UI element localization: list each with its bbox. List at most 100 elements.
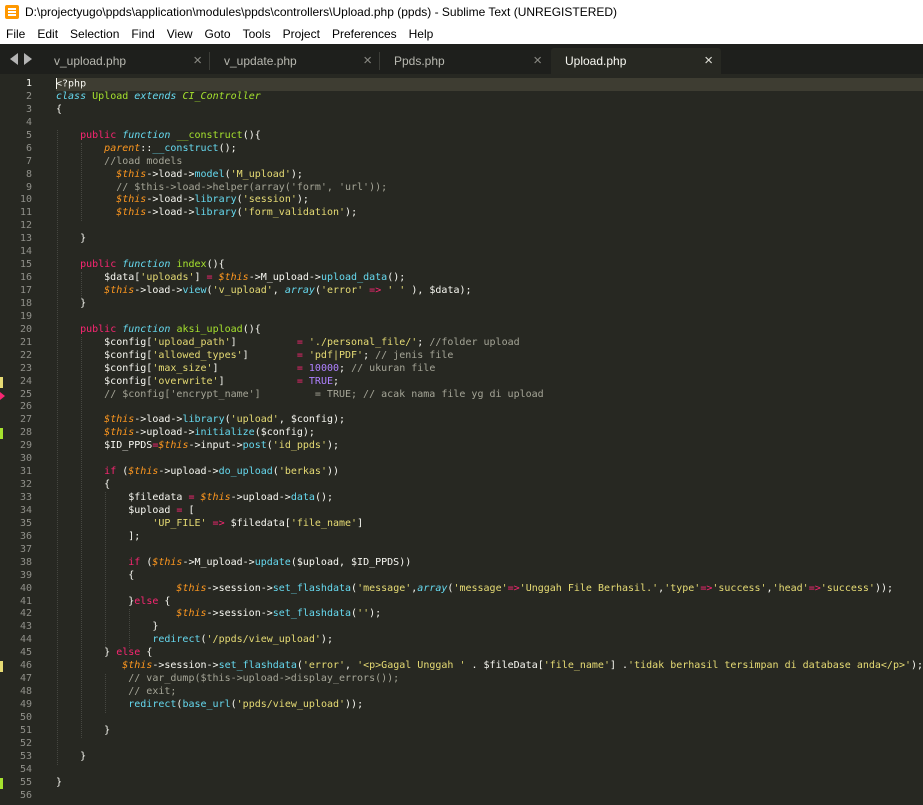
- menu-edit[interactable]: Edit: [31, 27, 64, 41]
- code-line[interactable]: [56, 790, 923, 803]
- code-token: $this: [128, 466, 159, 478]
- code-line[interactable]: $this->load->library('upload', $config);: [56, 414, 923, 427]
- code-line[interactable]: {: [56, 570, 923, 583]
- chevron-left-icon[interactable]: [10, 53, 18, 65]
- code-line[interactable]: $this->session->set_flashdata('');: [56, 608, 923, 621]
- code-token: $this: [218, 272, 249, 284]
- code-line[interactable]: $config['max_size'] = 10000; // ukuran f…: [56, 363, 923, 376]
- code-line[interactable]: $this->session->set_flashdata('error', '…: [56, 660, 923, 673]
- line-number: 33: [19, 492, 32, 503]
- code-token: $this: [116, 207, 147, 219]
- code-line[interactable]: //load models: [56, 156, 923, 169]
- code-line[interactable]: [56, 738, 923, 751]
- code-line[interactable]: }: [56, 298, 923, 311]
- code-token: [: [182, 504, 195, 516]
- code-line[interactable]: [56, 311, 923, 324]
- code-line[interactable]: redirect(base_url('ppds/view_upload'));: [56, 699, 923, 712]
- code-token: './personal_file/': [308, 336, 418, 348]
- menu-selection[interactable]: Selection: [64, 27, 125, 41]
- code-line[interactable]: $this->upload->initialize($config);: [56, 427, 923, 440]
- menu-help[interactable]: Help: [403, 27, 440, 41]
- line-number: 13: [19, 233, 32, 245]
- menu-preferences[interactable]: Preferences: [326, 27, 403, 41]
- code-line[interactable]: $ID_PPDS=$this->input->post('id_ppds');: [56, 440, 923, 453]
- line-number: 51: [19, 724, 32, 736]
- code-line[interactable]: $upload = [: [56, 505, 923, 518]
- tab-ppds-php[interactable]: Ppds.php ×: [380, 48, 550, 74]
- code-line[interactable]: $this->load->library('form_validation');: [56, 207, 923, 220]
- code-token: '<p>Gagal Unggah ': [357, 660, 466, 672]
- code-line[interactable]: public function __construct(){: [56, 130, 923, 143]
- code-line[interactable]: $filedata = $this->upload->data();: [56, 492, 923, 505]
- code-line[interactable]: public function index(){: [56, 259, 923, 272]
- code-line[interactable]: $this->load->model('M_upload');: [56, 169, 923, 182]
- code-line[interactable]: }else {: [56, 596, 923, 609]
- code-line[interactable]: }: [56, 233, 923, 246]
- code-line[interactable]: [56, 453, 923, 466]
- tab-upload-php[interactable]: Upload.php ×: [551, 48, 721, 74]
- code-line[interactable]: $config['overwrite'] = TRUE;: [56, 376, 923, 389]
- menu-view[interactable]: View: [161, 27, 199, 41]
- code-token: update: [254, 556, 291, 568]
- code-token: {: [56, 569, 135, 581]
- menu-project[interactable]: Project: [277, 27, 326, 41]
- code-line[interactable]: if ($this->M_upload->update($upload, $ID…: [56, 557, 923, 570]
- code-token: }: [56, 776, 63, 788]
- code-line[interactable]: ];: [56, 531, 923, 544]
- code-line[interactable]: [56, 712, 923, 725]
- code-line[interactable]: }: [56, 621, 923, 634]
- code-line[interactable]: if ($this->upload->do_upload('berkas')): [56, 466, 923, 479]
- code-line[interactable]: }: [56, 725, 923, 738]
- close-icon[interactable]: ×: [193, 48, 202, 74]
- code-line[interactable]: }: [56, 751, 923, 764]
- close-icon[interactable]: ×: [363, 48, 372, 74]
- code-token: post: [242, 440, 267, 452]
- close-icon[interactable]: ×: [533, 48, 542, 74]
- code-line[interactable]: 'UP_FILE' => $filedata['file_name']: [56, 518, 923, 531]
- menu-find[interactable]: Find: [125, 27, 160, 41]
- code-editor[interactable]: 1 2 3 4 5 6 7 8 9 10 11 12 13 14 15 16 17 18 19 20 21 22 23 24 2…: [0, 74, 923, 805]
- code-line[interactable]: class Upload extends CI_Controller: [56, 91, 923, 104]
- code-line[interactable]: <?php: [56, 78, 923, 91]
- line-number: 48: [19, 686, 32, 698]
- code-line[interactable]: $this->load->view('v_upload', array('err…: [56, 285, 923, 298]
- code-line[interactable]: [56, 764, 923, 777]
- code-area[interactable]: <?php class Upload extends CI_Controller{…: [56, 78, 923, 803]
- code-line[interactable]: {: [56, 479, 923, 492]
- code-line[interactable]: [56, 117, 923, 130]
- code-line[interactable]: // $this->load->helper(array('form', 'ur…: [56, 182, 923, 195]
- close-icon[interactable]: ×: [704, 48, 713, 74]
- code-line[interactable]: // $config['encrypt_name'] = TRUE; // ac…: [56, 389, 923, 402]
- code-line[interactable]: parent::__construct();: [56, 143, 923, 156]
- code-line[interactable]: // exit;: [56, 686, 923, 699]
- code-line[interactable]: [56, 401, 923, 414]
- code-line[interactable]: $this->load->library('session');: [56, 194, 923, 207]
- code-line[interactable]: $config['allowed_types'] = 'pdf|PDF'; //…: [56, 350, 923, 363]
- tab-v-upload-php[interactable]: v_upload.php ×: [40, 48, 210, 74]
- code-line[interactable]: // var_dump($this->upload->display_error…: [56, 673, 923, 686]
- code-line[interactable]: [56, 246, 923, 259]
- code-line[interactable]: redirect('/ppds/view_upload');: [56, 634, 923, 647]
- code-line[interactable]: {: [56, 104, 923, 117]
- tab-v-update-php[interactable]: v_update.php ×: [210, 48, 380, 74]
- code-token: 'message': [357, 582, 412, 594]
- line-number: 31: [19, 466, 32, 478]
- menu-tools[interactable]: Tools: [237, 27, 277, 41]
- code-line[interactable]: $config['upload_path'] = './personal_fil…: [56, 337, 923, 350]
- code-line[interactable]: }: [56, 777, 923, 790]
- code-line[interactable]: $this->session->set_flashdata('message',…: [56, 583, 923, 596]
- code-line[interactable]: $data['uploads'] = $this->M_upload->uplo…: [56, 272, 923, 285]
- line-number: 46: [0, 660, 48, 673]
- menu-file[interactable]: File: [0, 27, 31, 41]
- code-token: ;: [417, 336, 430, 348]
- menu-goto[interactable]: Goto: [199, 27, 237, 41]
- code-line[interactable]: [56, 544, 923, 557]
- code-token: 'upload_path': [152, 336, 231, 348]
- code-line[interactable]: public function aksi_upload(){: [56, 324, 923, 337]
- code-line[interactable]: } else {: [56, 647, 923, 660]
- code-line[interactable]: [56, 220, 923, 233]
- chevron-right-icon[interactable]: [24, 53, 32, 65]
- code-token: 'error': [302, 660, 346, 672]
